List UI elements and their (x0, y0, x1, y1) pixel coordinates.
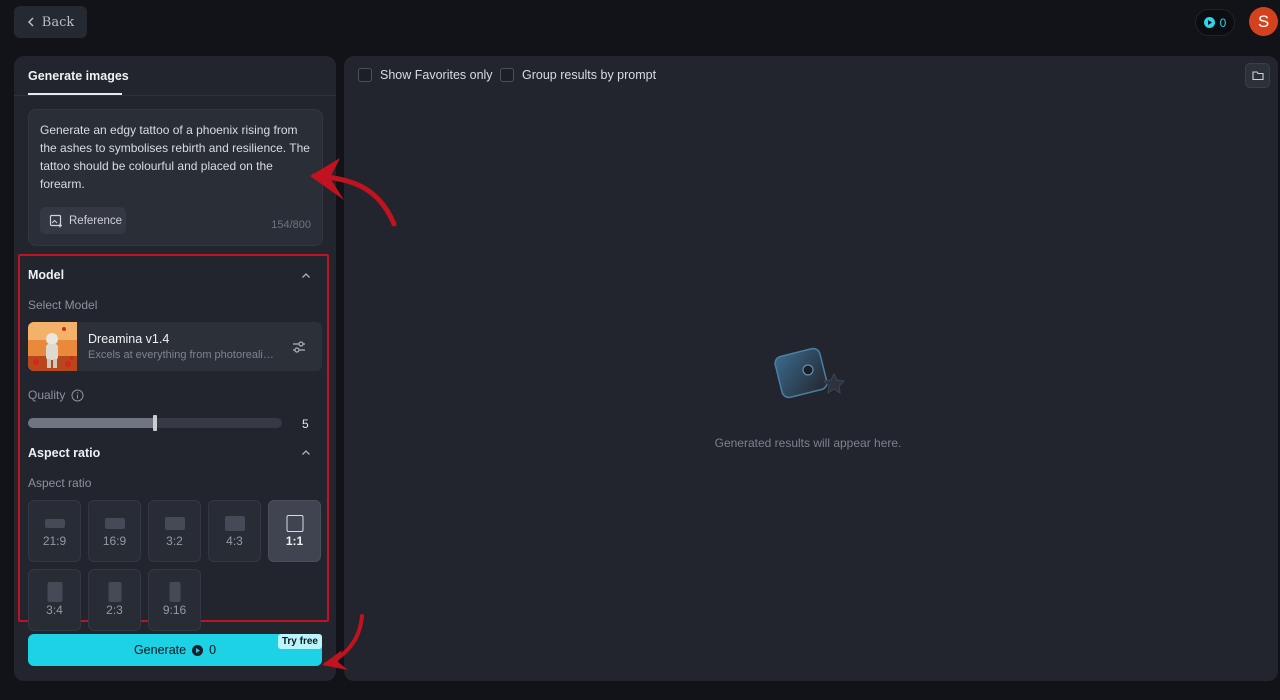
aspect-ratio-shape-icon (164, 516, 185, 530)
aspect-ratio-option[interactable]: 21:9 (28, 500, 81, 562)
reference-label: Reference (69, 214, 123, 227)
aspect-ratio-option[interactable]: 3:4 (28, 569, 81, 631)
tab-generate-images[interactable]: Generate images (28, 56, 129, 95)
aspect-ratio-label: Aspect ratio (28, 476, 92, 490)
aspect-ratio-option[interactable]: 2:3 (88, 569, 141, 631)
quality-slider-fill (28, 418, 155, 428)
char-count: 154/800 (271, 219, 311, 231)
credit-icon (1203, 17, 1215, 28)
prompt-input[interactable]: Generate an edgy tattoo of a phoenix ris… (28, 109, 323, 246)
aspect-ratio-option[interactable]: 9:16 (148, 569, 201, 631)
favorites-toggle[interactable]: Show Favorites only (358, 68, 493, 82)
model-section-title: Model (28, 268, 65, 282)
model-description: Excels at everything from photorealism t… (88, 349, 278, 361)
chevron-left-icon (27, 17, 34, 27)
aspect-ratio-shape-icon (224, 515, 245, 531)
aspect-ratio-option-label: 3:4 (46, 603, 63, 617)
generate-button[interactable]: Generate 0 Try free (28, 634, 322, 666)
aspect-ratio-option-label: 3:2 (166, 534, 183, 548)
aspect-ratio-shape-icon (44, 518, 65, 528)
image-add-icon (49, 214, 62, 227)
group-label: Group results by prompt (522, 68, 657, 82)
quality-slider-handle[interactable] (153, 415, 157, 431)
try-free-badge: Try free (277, 634, 322, 649)
aspect-ratio-shape-icon (286, 514, 303, 532)
credits-count: 0 (1219, 15, 1227, 30)
group-by-prompt-toggle[interactable]: Group results by prompt (500, 68, 656, 82)
reference-button[interactable]: Reference (40, 207, 126, 234)
aspect-ratio-option-label: 9:16 (162, 603, 187, 617)
select-model-label: Select Model (28, 298, 98, 312)
model-name: Dreamina v1.4 (88, 332, 170, 346)
avatar[interactable]: S (1249, 7, 1278, 36)
aspect-ratio-option-label: 1:1 (285, 534, 304, 548)
sliders-icon[interactable] (291, 339, 307, 355)
quality-label-text: Quality (28, 388, 66, 402)
favorites-label: Show Favorites only (380, 68, 493, 82)
aspect-ratio-option-label: 2:3 (106, 603, 123, 617)
quality-slider[interactable] (28, 415, 282, 431)
generate-panel: Generate images Generate an edgy tattoo … (14, 56, 336, 681)
folder-button[interactable] (1245, 63, 1270, 88)
empty-state-text: Generated results will appear here. (714, 436, 902, 450)
quality-label: Quality (28, 388, 84, 402)
empty-gallery-icon (774, 347, 846, 399)
results-panel: Show Favorites only Group results by pro… (344, 56, 1278, 681)
aspect-section-title: Aspect ratio (28, 446, 101, 460)
aspect-ratio-shape-icon (108, 582, 121, 602)
aspect-ratio-option-label: 4:3 (226, 534, 243, 548)
aspect-ratio-shape-icon (47, 582, 62, 602)
group-checkbox[interactable] (500, 68, 514, 82)
quality-value: 5 (302, 417, 309, 431)
aspect-ratio-option[interactable]: 3:2 (148, 500, 201, 562)
generate-cost: 0 (209, 643, 217, 657)
tab-divider (14, 95, 336, 96)
generate-label: Generate (133, 643, 187, 657)
aspect-ratio-option[interactable]: 4:3 (208, 500, 261, 562)
chevron-up-icon[interactable] (300, 447, 312, 459)
aspect-ratio-shape-icon (169, 582, 180, 602)
aspect-ratio-option[interactable]: 16:9 (88, 500, 141, 562)
back-button[interactable]: Back (14, 6, 87, 38)
info-icon[interactable] (71, 389, 84, 402)
favorites-checkbox[interactable] (358, 68, 372, 82)
model-selector[interactable]: Dreamina v1.4 Excels at everything from … (28, 322, 322, 371)
aspect-ratio-option[interactable]: 1:1 (268, 500, 321, 562)
aspect-ratio-option-label: 21:9 (42, 534, 67, 548)
back-label: Back (41, 14, 75, 30)
folder-icon (1251, 71, 1264, 81)
model-thumbnail (28, 322, 77, 371)
aspect-ratio-shape-icon (104, 517, 125, 529)
chevron-up-icon[interactable] (300, 270, 312, 282)
credit-icon (192, 644, 204, 656)
credits-pill[interactable]: 0 (1195, 9, 1235, 36)
prompt-text[interactable]: Generate an edgy tattoo of a phoenix ris… (40, 121, 315, 193)
aspect-ratio-option-label: 16:9 (102, 534, 127, 548)
